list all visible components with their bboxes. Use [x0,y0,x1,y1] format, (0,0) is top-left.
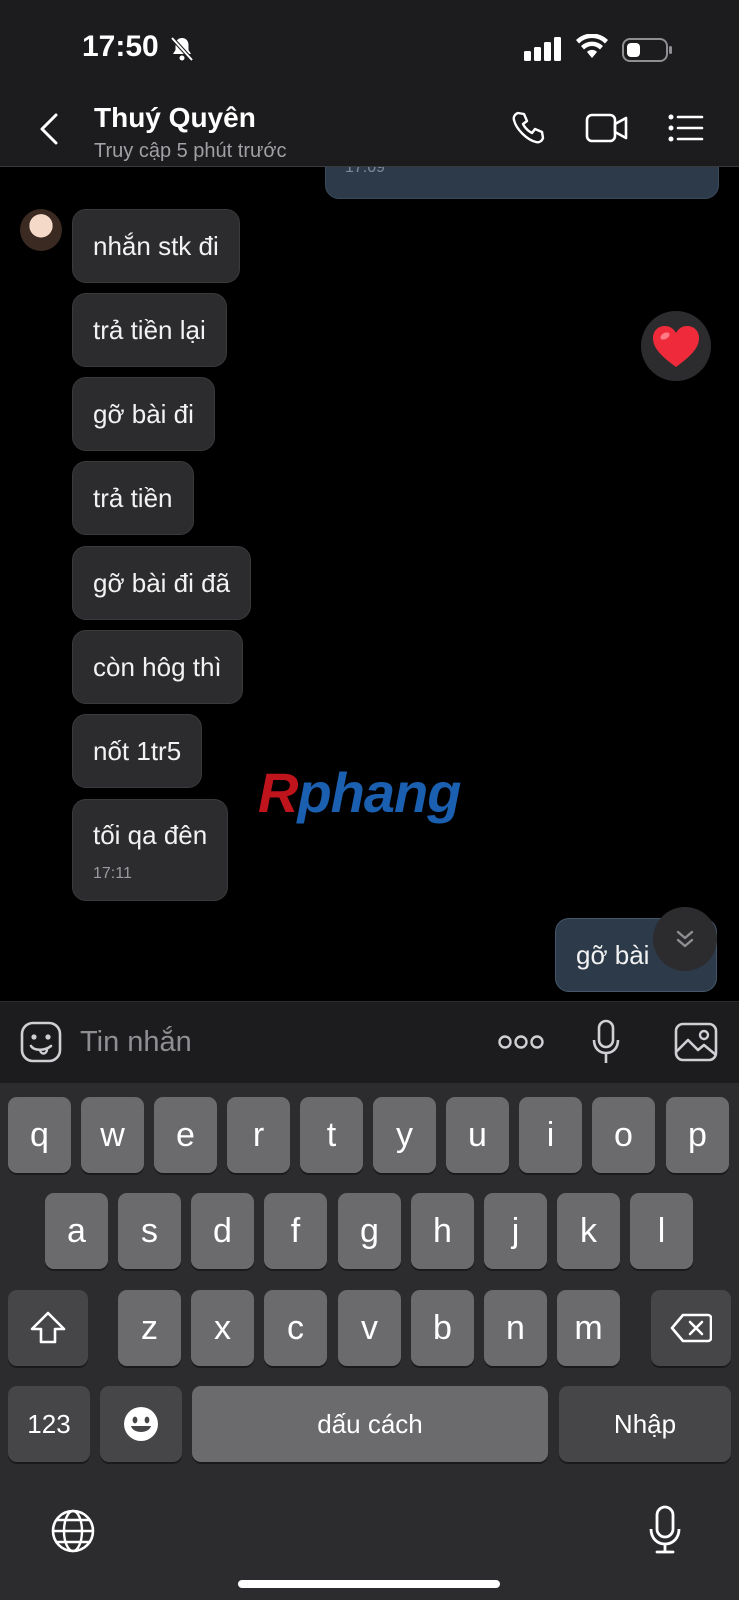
emoji-key[interactable] [100,1386,182,1462]
emoji-face-icon [124,1407,158,1441]
key-k[interactable]: k [557,1193,620,1269]
last-seen-status: Truy cập 5 phút trước [94,140,287,162]
key-f[interactable]: f [264,1193,327,1269]
video-call-icon[interactable] [585,112,629,149]
key-c[interactable]: c [264,1290,327,1366]
message-input[interactable] [80,1021,460,1063]
key-p[interactable]: p [666,1097,729,1173]
menu-list-icon[interactable] [668,113,704,148]
battery-icon [622,38,674,67]
key-v[interactable]: v [338,1290,401,1366]
shift-key[interactable] [8,1290,88,1366]
contact-avatar[interactable] [20,209,62,251]
key-t[interactable]: t [300,1097,363,1173]
phone-call-icon[interactable] [510,110,546,151]
cellular-signal-icon [524,37,564,66]
more-options-icon[interactable] [498,1030,544,1059]
sticker-icon[interactable] [20,1021,62,1068]
message-text: tối qa đên [93,820,208,850]
key-r[interactable]: r [227,1097,290,1173]
numbers-key[interactable]: 123 [8,1386,90,1462]
bell-muted-icon [170,36,194,67]
key-z[interactable]: z [118,1290,181,1366]
backspace-key[interactable] [651,1290,731,1366]
back-chevron-icon[interactable] [36,112,60,151]
key-e[interactable]: e [154,1097,217,1173]
message-time: 17:11 [93,865,132,882]
dictation-mic-icon[interactable] [648,1505,682,1560]
key-d[interactable]: d [191,1193,254,1269]
key-m[interactable]: m [557,1290,620,1366]
heart-icon [653,326,699,367]
globe-language-icon[interactable] [50,1508,96,1559]
key-x[interactable]: x [191,1290,254,1366]
contact-name[interactable]: Thuý Quyên [94,102,256,134]
watermark-logo: Rphang [258,761,461,824]
key-l[interactable]: l [630,1193,693,1269]
space-key[interactable]: dấu cách [192,1386,548,1462]
key-j[interactable]: j [484,1193,547,1269]
message-list[interactable]: 17:09 nhắn stk đi trả tiền lại gỡ bài đi… [0,167,739,1001]
key-g[interactable]: g [338,1193,401,1269]
incoming-message[interactable]: nốt 1tr5 [72,714,203,788]
incoming-message[interactable]: còn hôg thì [72,630,243,704]
incoming-message-last[interactable]: tối qa đên 17:11 [72,799,229,901]
key-w[interactable]: w [81,1097,144,1173]
key-s[interactable]: s [118,1193,181,1269]
scroll-to-bottom-button[interactable] [653,907,717,971]
voice-message-icon[interactable] [592,1019,620,1070]
gallery-image-icon[interactable] [674,1022,718,1067]
key-q[interactable]: q [8,1097,71,1173]
return-key[interactable]: Nhập [559,1386,731,1462]
heart-reaction-button[interactable] [641,311,711,381]
incoming-message[interactable]: trả tiền lại [72,293,227,367]
double-chevron-down-icon [676,930,694,948]
key-b[interactable]: b [411,1290,474,1366]
shift-arrow-icon [30,1311,66,1344]
status-time: 17:50 [82,30,159,63]
incoming-message[interactable]: gỡ bài đi [72,377,215,451]
backspace-icon [670,1313,712,1343]
key-o[interactable]: o [592,1097,655,1173]
incoming-message[interactable]: trả tiền [72,461,194,535]
previous-message-time: 17:09 [345,167,386,176]
key-h[interactable]: h [411,1193,474,1269]
key-y[interactable]: y [373,1097,436,1173]
key-n[interactable]: n [484,1290,547,1366]
incoming-message[interactable]: gỡ bài đi đã [72,546,252,620]
key-u[interactable]: u [446,1097,509,1173]
key-i[interactable]: i [519,1097,582,1173]
key-a[interactable]: a [45,1193,108,1269]
incoming-message[interactable]: nhắn stk đi [72,209,240,283]
home-indicator[interactable] [238,1580,500,1588]
wifi-icon [576,33,608,65]
